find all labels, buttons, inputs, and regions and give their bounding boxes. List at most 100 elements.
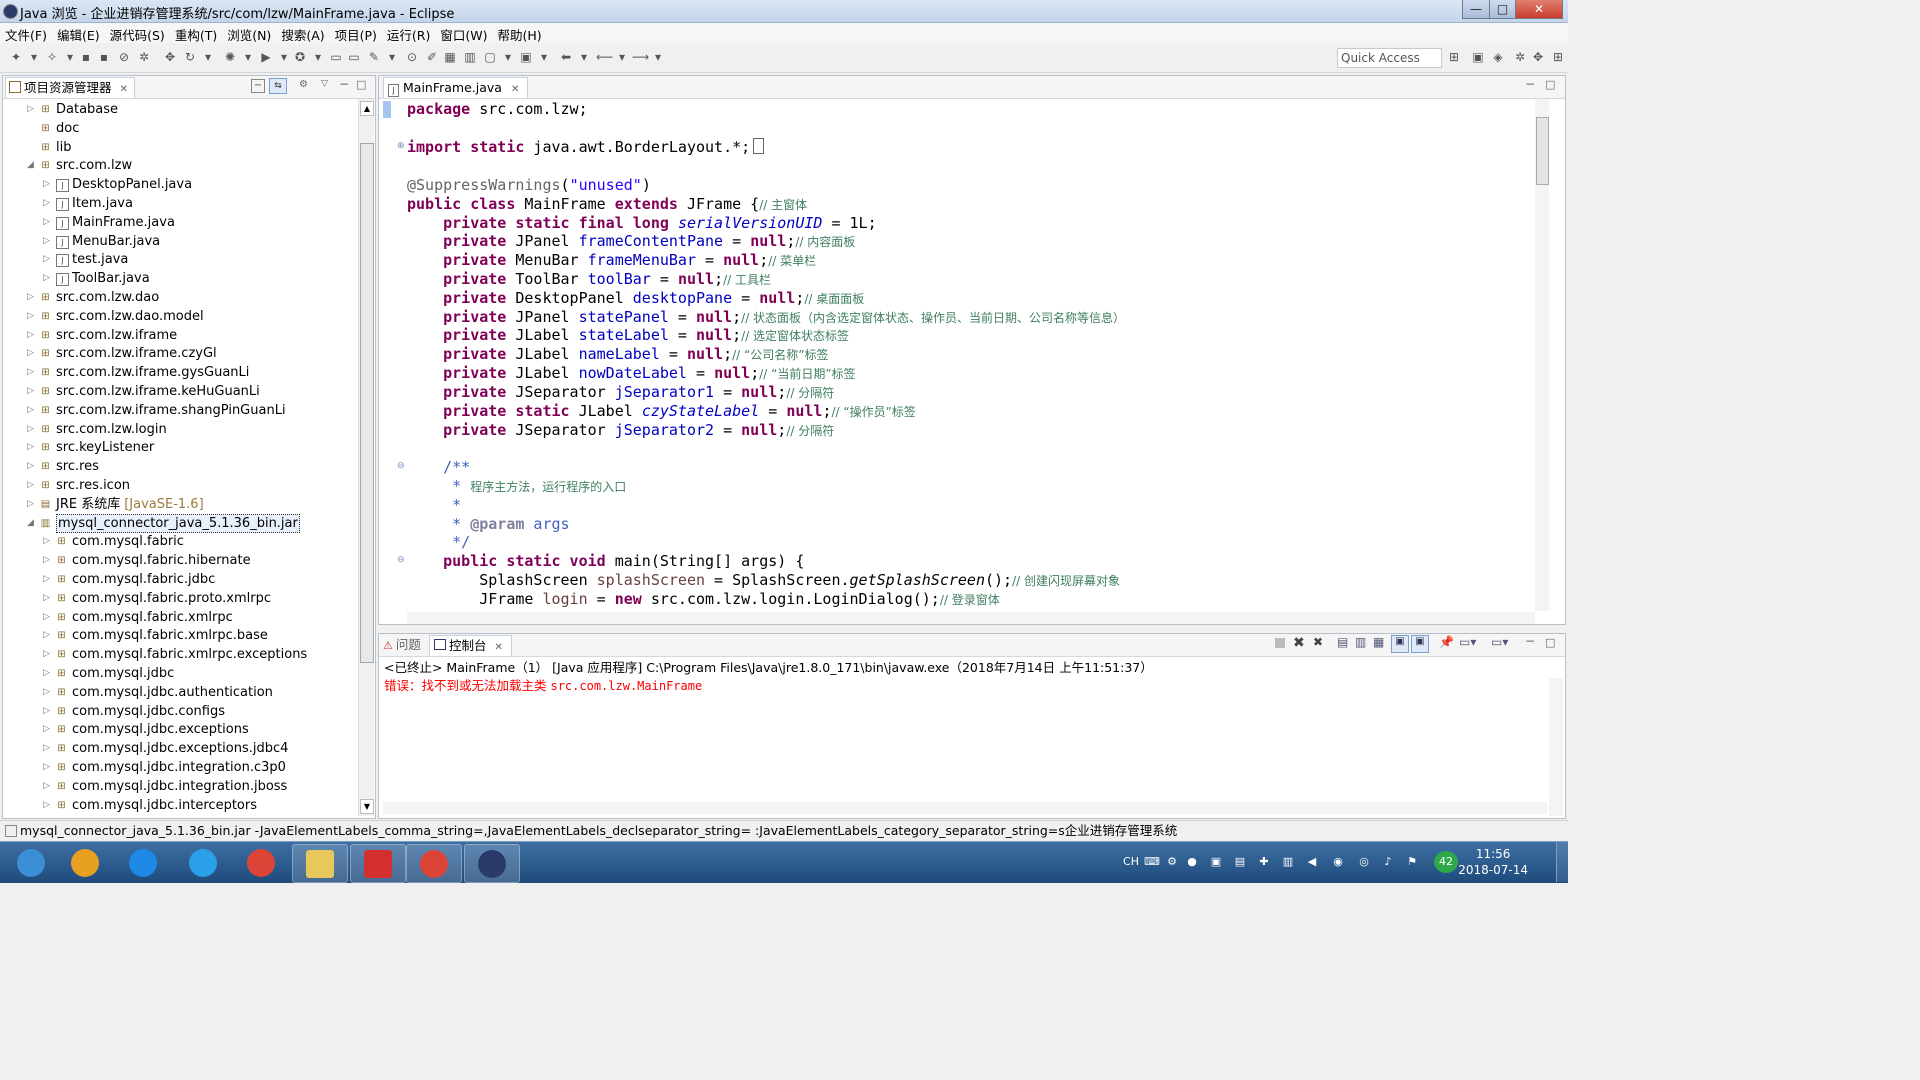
collapsed-arrow-icon[interactable]: ▷ [43, 194, 53, 213]
expanded-arrow-icon[interactable]: ◢ [27, 156, 37, 175]
collapsed-arrow-icon[interactable]: ▷ [43, 683, 53, 702]
tree-item[interactable]: ▷ J ToolBar.java [3, 269, 356, 288]
wechat-icon[interactable]: ◉ [1330, 854, 1346, 870]
new-icon[interactable]: ✦ [8, 49, 24, 65]
tree-item[interactable]: ▷ ⊞ src.com.lzw.iframe.keHuGuanLi [3, 382, 356, 401]
fold-collapse-icon[interactable]: ⊖ [397, 461, 405, 471]
fold-expand-icon[interactable]: ⊕ [397, 141, 405, 151]
tree-item[interactable]: ▷ ⊞ src.keyListener [3, 438, 356, 457]
minimize-button[interactable]: — [1462, 0, 1490, 19]
menu-item-4[interactable]: 浏览(N) [222, 23, 276, 44]
tree-item[interactable]: ▷ ⊞ src.res [3, 457, 356, 476]
collapsed-arrow-icon[interactable]: ▷ [43, 250, 53, 269]
menu-item-2[interactable]: 源代码(S) [105, 23, 170, 44]
scroll-up-arrow-icon[interactable]: ▲ [360, 101, 374, 116]
collapsed-arrow-icon[interactable]: ▷ [27, 363, 37, 382]
collapsed-arrow-icon[interactable]: ▷ [27, 401, 37, 420]
tree-item[interactable]: ▷ ⊞ com.mysql.jdbc [3, 664, 356, 683]
explorer-scrollbar[interactable]: ▲ ▼ [358, 99, 374, 816]
language-indicator[interactable]: CH [1122, 854, 1140, 870]
speaker-icon[interactable]: ♪ [1380, 854, 1396, 870]
menu-item-7[interactable]: 运行(R) [382, 23, 435, 44]
menu-item-9[interactable]: 帮助(H) [493, 23, 547, 44]
chevron-down-icon[interactable]: ▾ [26, 49, 42, 65]
tree-item[interactable]: ▷ ⊞ com.mysql.jdbc.integration.jboss [3, 777, 356, 796]
java-perspective-icon[interactable]: ◈ [1490, 49, 1506, 65]
java-browsing-icon[interactable]: ⊞ [1550, 49, 1566, 65]
collapsed-arrow-icon[interactable]: ▷ [43, 720, 53, 739]
tree-item[interactable]: ▷ ⊞ com.mysql.fabric [3, 532, 356, 551]
expanded-arrow-icon[interactable]: ◢ [27, 514, 37, 533]
start-button[interactable] [4, 844, 58, 881]
chevron-down-icon[interactable]: ▾ [62, 49, 78, 65]
taskbar-app[interactable] [292, 844, 348, 883]
tree-item[interactable]: ⊞ lib [3, 138, 356, 157]
collapsed-arrow-icon[interactable]: ▷ [27, 457, 37, 476]
remove-launch-icon[interactable]: ✖ [1293, 635, 1305, 651]
maximize-view-icon[interactable]: □ [1545, 636, 1555, 649]
console-scrollbar[interactable] [1549, 678, 1563, 816]
editor-scrollbar[interactable] [1535, 99, 1549, 611]
menu-item-6[interactable]: 项目(P) [330, 23, 382, 44]
tree-item[interactable]: ▷ ⊞ Database [3, 100, 356, 119]
tree-item[interactable]: ▷ ⊞ src.com.lzw.iframe.shangPinGuanLi [3, 401, 356, 420]
taskbar-app[interactable] [58, 844, 112, 881]
taskbar-app[interactable] [176, 844, 230, 881]
collapsed-arrow-icon[interactable]: ▷ [43, 645, 53, 664]
save-all-icon[interactable]: ▪ [96, 49, 112, 65]
back-icon[interactable]: ⟵ [596, 49, 613, 65]
collapsed-arrow-icon[interactable]: ▷ [43, 739, 53, 758]
view-menu-icon[interactable]: ⚙ [299, 79, 308, 90]
close-icon[interactable]: ✕ [120, 84, 128, 95]
pin-console-icon[interactable]: 📌 [1439, 635, 1454, 649]
scroll-thumb[interactable] [1536, 117, 1549, 185]
show-stdout-icon[interactable]: ▣ [1391, 635, 1409, 653]
tree-item[interactable]: ▷ ⊞ src.com.lzw.login [3, 420, 356, 439]
menu-item-1[interactable]: 编辑(E) [52, 23, 105, 44]
tree-item[interactable]: ▷ ⊞ src.com.lzw.iframe [3, 326, 356, 345]
printer-icon[interactable]: ▣ [1208, 854, 1224, 870]
collapsed-arrow-icon[interactable]: ▷ [43, 626, 53, 645]
code-area[interactable]: package src.com.lzw; import static java.a… [407, 100, 1532, 610]
tree-item[interactable]: ▷ J MainFrame.java [3, 213, 356, 232]
tree-item[interactable]: ▷ ⊞ src.com.lzw.iframe.czyGl [3, 344, 356, 363]
tree-item[interactable]: ▷ ⊞ src.com.lzw.iframe.gysGuanLi [3, 363, 356, 382]
menu-item-3[interactable]: 重构(T) [170, 23, 222, 44]
collapsed-arrow-icon[interactable]: ▷ [43, 758, 53, 777]
open-console-icon[interactable]: ▭▾ [1491, 635, 1508, 649]
taskbar-app[interactable] [406, 844, 462, 883]
plus-icon[interactable]: ✚ [1256, 854, 1272, 870]
tree-item[interactable]: ▷ ⊞ src.res.icon [3, 476, 356, 495]
open-perspective-icon[interactable]: ⊞ [1446, 49, 1462, 65]
new-folder-icon[interactable]: ✧ [44, 49, 60, 65]
chevron-down-icon[interactable]: ▾ [650, 49, 666, 65]
collapsed-arrow-icon[interactable]: ▷ [27, 382, 37, 401]
tray-badge[interactable]: 42 [1434, 851, 1458, 873]
collapsed-arrow-icon[interactable]: ▷ [43, 213, 53, 232]
forward-icon[interactable]: ⟶ [632, 49, 649, 65]
keyboard-icon[interactable]: ⌨ [1144, 854, 1160, 870]
collapsed-arrow-icon[interactable]: ▷ [43, 608, 53, 627]
minimize-view-icon[interactable]: − [1525, 77, 1535, 91]
chevron-down-icon[interactable]: ▾ [384, 49, 400, 65]
menu-item-0[interactable]: 文件(F) [0, 23, 52, 44]
menu-item-5[interactable]: 搜索(A) [276, 23, 329, 44]
prev-annotation-icon[interactable]: ▦ [442, 49, 458, 65]
collapsed-arrow-icon[interactable]: ▷ [43, 269, 53, 288]
volume-icon[interactable]: ◀ [1304, 854, 1320, 870]
editor-horizontal-scrollbar[interactable] [407, 612, 1535, 624]
minimize-view-icon[interactable]: − [339, 77, 349, 91]
tree-item[interactable]: ▷ ⊞ com.mysql.jdbc.integration.c3p0 [3, 758, 356, 777]
taskbar-app[interactable] [234, 844, 288, 881]
collapsed-arrow-icon[interactable]: ▷ [43, 702, 53, 721]
chevron-down-icon[interactable]: ▽ [321, 79, 328, 89]
tree-item[interactable]: ▷ ▤ JRE 系统库 [JavaSE-1.6] [3, 495, 356, 514]
collapsed-arrow-icon[interactable]: ▷ [27, 326, 37, 345]
chevron-down-icon[interactable]: ▾ [500, 49, 516, 65]
tree-item[interactable]: ▷ ⊞ com.mysql.fabric.xmlrpc.exceptions [3, 645, 356, 664]
maximize-view-icon[interactable]: □ [356, 78, 366, 91]
sync-icon[interactable]: ◎ [1356, 854, 1372, 870]
chevron-down-icon[interactable]: ▾ [310, 49, 326, 65]
chevron-down-icon[interactable]: ▾ [614, 49, 630, 65]
pdf-tray-icon[interactable]: ▤ [1232, 854, 1248, 870]
